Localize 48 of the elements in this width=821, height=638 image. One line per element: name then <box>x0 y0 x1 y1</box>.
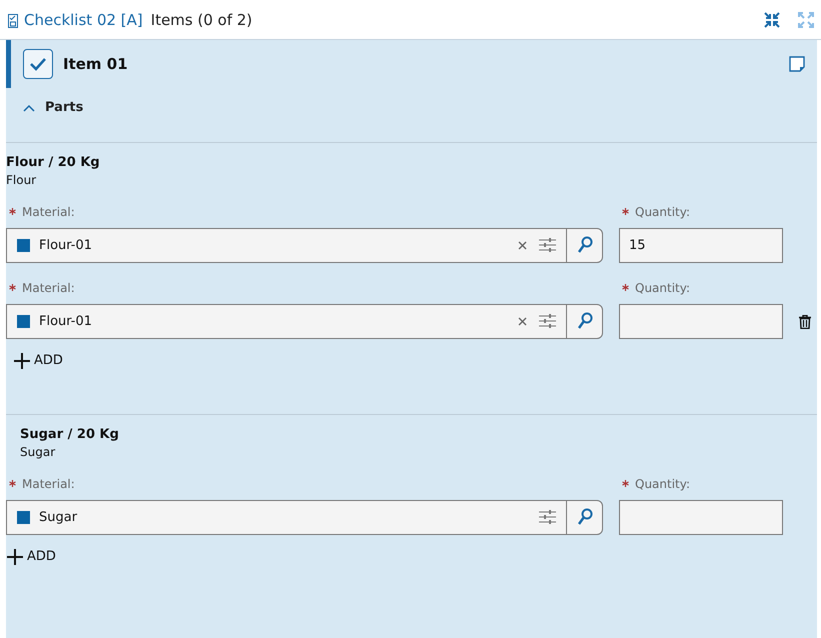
plus-icon <box>13 352 31 370</box>
asterisk-icon <box>622 208 629 215</box>
search-icon <box>576 508 592 526</box>
collapse-icon[interactable] <box>763 10 781 28</box>
section-subtitle: Sugar <box>20 444 56 458</box>
add-button[interactable]: ADD <box>6 548 56 566</box>
filter-icon[interactable] <box>539 314 556 328</box>
asterisk-icon <box>9 208 16 215</box>
material-color-icon <box>17 238 30 252</box>
search-icon <box>576 312 592 330</box>
field-label: Material: <box>22 280 75 294</box>
material-color-icon <box>17 314 30 328</box>
asterisk-icon <box>622 480 629 487</box>
filter-icon[interactable] <box>539 238 556 252</box>
field-label: Material: <box>22 204 75 218</box>
checklist-title[interactable]: Checklist 02 [A] <box>24 10 143 28</box>
filter-icon[interactable] <box>539 510 556 524</box>
checkmark-icon <box>29 57 47 71</box>
note-icon[interactable] <box>789 56 805 72</box>
section-title: Sugar / 20 Kg <box>20 426 120 442</box>
items-count: Items (0 of 2) <box>150 10 252 28</box>
item-checkbox[interactable] <box>23 49 53 79</box>
field-label: Quantity: <box>635 280 690 294</box>
checklist-icon <box>8 14 18 28</box>
asterisk-icon <box>622 284 629 291</box>
field-label: Quantity: <box>635 204 690 218</box>
material-field[interactable]: Flour-01 <box>6 304 603 338</box>
asterisk-icon <box>9 480 16 487</box>
quantity-field[interactable] <box>619 500 783 534</box>
material-color-icon <box>17 510 30 524</box>
quantity-field[interactable] <box>619 304 783 338</box>
add-button[interactable]: ADD <box>13 352 63 370</box>
clear-icon[interactable] <box>518 316 527 326</box>
chevron-icon <box>23 104 35 112</box>
section-subtitle: Flour <box>6 172 38 186</box>
search-icon <box>576 236 592 254</box>
trash-icon[interactable] <box>799 314 811 328</box>
parts-toggle[interactable]: Parts <box>23 100 84 115</box>
material-field[interactable]: Flour-01 <box>6 228 603 262</box>
clear-icon[interactable] <box>518 240 527 250</box>
item-title: Item 01 <box>63 55 128 73</box>
section-title: Flour / 20 Kg <box>6 154 101 170</box>
asterisk-icon <box>9 284 16 291</box>
field-label: Quantity: <box>635 476 690 490</box>
quantity-field[interactable]: 15 <box>619 228 783 262</box>
material-field[interactable]: Sugar <box>6 500 603 534</box>
plus-icon <box>6 548 24 566</box>
field-label: Material: <box>22 476 75 490</box>
